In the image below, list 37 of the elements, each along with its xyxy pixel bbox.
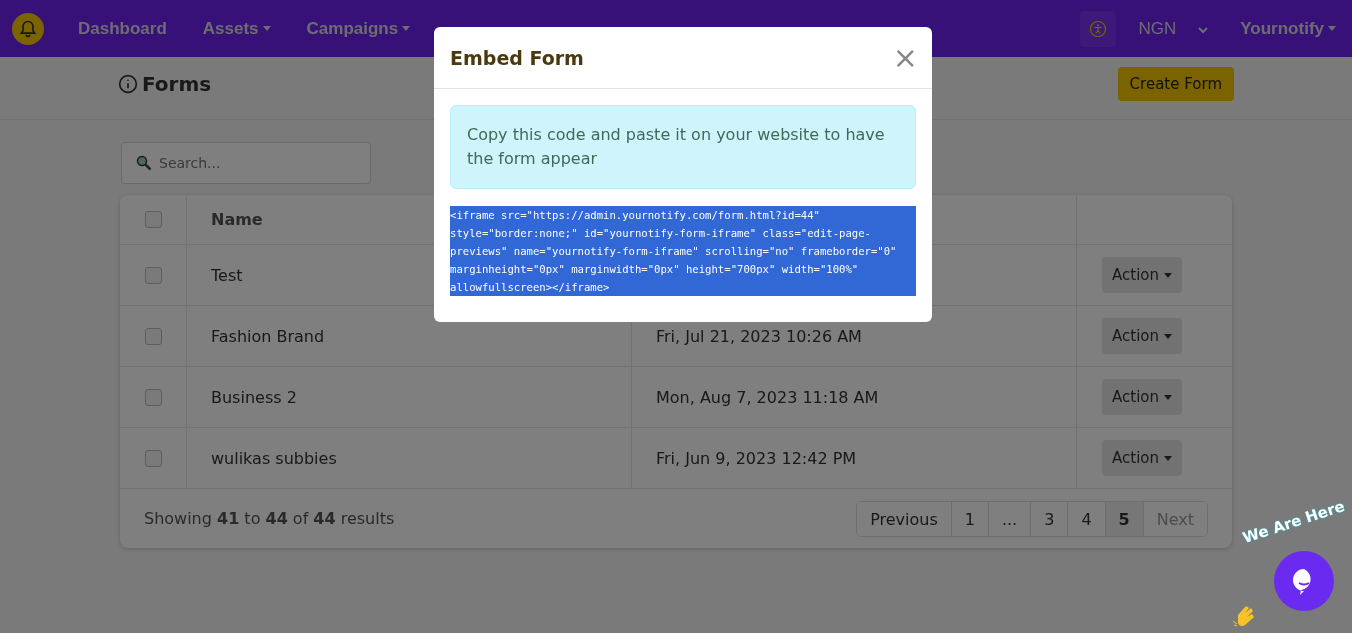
- nav-link[interactable]: Dashboard: [78, 18, 167, 39]
- account-dropdown[interactable]: Yournotify: [1240, 18, 1336, 39]
- table-cell: wulikas subbies: [211, 448, 337, 468]
- column-header: Name: [211, 210, 263, 229]
- page-button[interactable]: 5: [1104, 501, 1143, 536]
- chat-button[interactable]: [1274, 551, 1334, 611]
- bell-logo-icon[interactable]: [12, 12, 44, 45]
- info-icon: [118, 74, 138, 94]
- table-cell: Business 2: [211, 387, 297, 407]
- chevron-icon: [1198, 26, 1209, 34]
- table-cell: Fri, Jun 9, 2023 12:42 PM: [656, 448, 857, 468]
- checkbox[interactable]: [144, 211, 162, 228]
- checkbox[interactable]: [144, 266, 162, 284]
- nav-link[interactable]: Assets: [202, 18, 271, 39]
- embed-code: <iframe src="https://admin.yournotify.com/form.html?id=44" style="border:none;" id="yournotify-form-iframe" class="edit-page-previews" name="yournotify-form-iframe" scrolling="no" frameborder="0" marginheight="0px" marginwidth="0px" height="700px" width="100%" allowfullscreen></iframe>: [450, 206, 916, 296]
- chat-label: We Are Here: [1240, 497, 1347, 547]
- table-cell: Fri, Jul 21, 2023 10:26 AM: [656, 326, 862, 346]
- create-form-button[interactable]: Create Form: [1117, 67, 1234, 101]
- checkbox[interactable]: [144, 327, 162, 345]
- nav-link[interactable]: Campaigns: [306, 18, 411, 39]
- table-cell: Fashion Brand: [211, 326, 325, 346]
- checkbox[interactable]: [144, 388, 162, 406]
- action-button[interactable]: Action: [1102, 318, 1182, 354]
- action-button[interactable]: Action: [1102, 257, 1182, 293]
- close-button[interactable]: ×: [892, 42, 918, 73]
- dialog-title: Embed Form: [450, 46, 584, 69]
- page-title: Forms: [142, 72, 212, 96]
- accessibility-icon[interactable]: [1080, 10, 1117, 47]
- info-alert: Copy this code and paste it on your website to have the form appear: [450, 105, 916, 189]
- results-summary: Showing 41 to 44 of 44 results: [144, 509, 395, 528]
- currency-dropdown[interactable]: NGN: [1138, 18, 1209, 39]
- action-button[interactable]: Action: [1102, 379, 1182, 415]
- action-button[interactable]: Action: [1102, 440, 1182, 476]
- checkbox[interactable]: [144, 449, 162, 467]
- table-cell: Mon, Aug 7, 2023 11:18 AM: [656, 387, 879, 407]
- table-cell: Test: [211, 265, 243, 285]
- search-field[interactable]: Search...: [121, 142, 371, 184]
